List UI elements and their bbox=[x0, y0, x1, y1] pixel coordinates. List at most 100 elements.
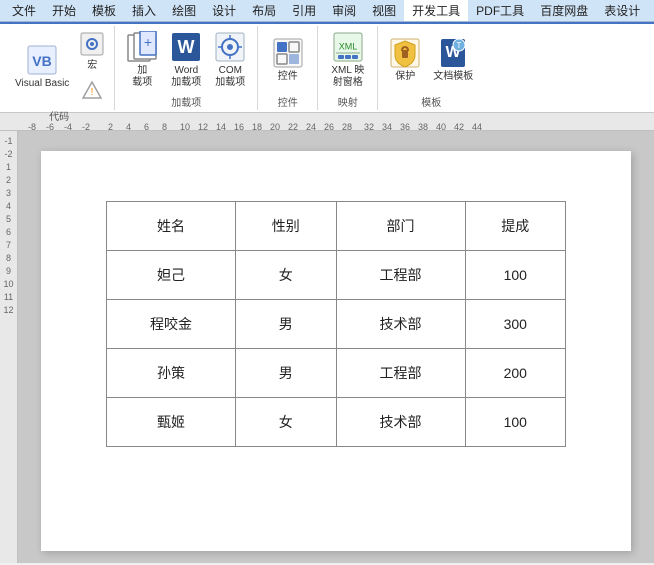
visual-basic-button[interactable]: VB Visual Basic bbox=[10, 37, 74, 97]
menu-view[interactable]: 视图 bbox=[364, 0, 404, 21]
col-header-gender: 性别 bbox=[236, 202, 336, 251]
ruler-v-num: 7 bbox=[6, 240, 11, 250]
col-header-dept: 部门 bbox=[336, 202, 465, 251]
word-addin-label: Word加载项 bbox=[171, 65, 201, 89]
control-icon bbox=[272, 37, 304, 69]
com-addin-button[interactable]: COM加载项 bbox=[209, 30, 251, 90]
ruler-v-num: 2 bbox=[6, 175, 11, 185]
ruler-num: 16 bbox=[234, 122, 244, 132]
ruler-v-num: 1 bbox=[6, 162, 11, 172]
main-area: -1 -2 1 2 3 4 5 6 7 8 9 10 11 12 姓名 性别 部… bbox=[0, 131, 654, 563]
document-page: 姓名 性别 部门 提成 妲己女工程部100程咬金男技术部300孙策男工程部200… bbox=[41, 151, 631, 551]
ruler-num: -8 bbox=[28, 122, 36, 132]
ruler-num: -2 bbox=[82, 122, 90, 132]
data-table: 姓名 性别 部门 提成 妲己女工程部100程咬金男技术部300孙策男工程部200… bbox=[106, 201, 566, 447]
word-addin-button[interactable]: W Word加载项 bbox=[165, 30, 207, 90]
xml-map-icon: XML bbox=[332, 31, 364, 63]
menu-review[interactable]: 审阅 bbox=[324, 0, 364, 21]
menu-template[interactable]: 模板 bbox=[84, 0, 124, 21]
ruler-v-num: 8 bbox=[6, 253, 11, 263]
macro-icon bbox=[80, 32, 104, 56]
mapping-group-label: 映射 bbox=[338, 90, 358, 109]
menu-developer[interactable]: 开发工具 bbox=[404, 0, 468, 21]
ruler-num: 34 bbox=[382, 122, 392, 132]
ruler-num: 22 bbox=[288, 122, 298, 132]
doc-template-label: 文档模板 bbox=[433, 71, 473, 83]
ruler-num: 10 bbox=[180, 122, 190, 132]
table-row: 妲己女工程部100 bbox=[107, 251, 566, 300]
table-cell: 妲己 bbox=[107, 251, 236, 300]
control-label: 控件 bbox=[278, 71, 298, 83]
ruler-num: -6 bbox=[46, 122, 54, 132]
ruler-num: 40 bbox=[436, 122, 446, 132]
ruler-v-num: 12 bbox=[3, 305, 13, 315]
macro-button[interactable]: 宏 bbox=[76, 30, 108, 73]
ribbon-group-template: 保护 W T 文档模板 模板 bbox=[378, 26, 484, 110]
menu-insert[interactable]: 插入 bbox=[124, 0, 164, 21]
add-load-icon: + bbox=[126, 31, 158, 63]
ruler-v-num: 3 bbox=[6, 188, 11, 198]
ruler-num: 26 bbox=[324, 122, 334, 132]
menu-pdf[interactable]: PDF工具 bbox=[468, 0, 532, 21]
table-cell: 工程部 bbox=[336, 349, 465, 398]
code-group-label: 代码 bbox=[49, 104, 69, 123]
ribbon-group-mapping: XML XML 映射窗格 映射 bbox=[318, 26, 378, 110]
svg-text:T: T bbox=[457, 41, 462, 50]
svg-text:+: + bbox=[144, 34, 152, 50]
svg-text:VB: VB bbox=[32, 53, 51, 69]
table-cell: 300 bbox=[465, 300, 565, 349]
protect-label: 保护 bbox=[395, 71, 415, 83]
macro-warning-button[interactable]: ! bbox=[76, 76, 108, 104]
table-cell: 女 bbox=[236, 398, 336, 447]
document-area[interactable]: 姓名 性别 部门 提成 妲己女工程部100程咬金男技术部300孙策男工程部200… bbox=[18, 131, 654, 563]
menu-layout[interactable]: 布局 bbox=[244, 0, 284, 21]
doc-template-button[interactable]: W T 文档模板 bbox=[428, 30, 478, 90]
addins-group-label: 加载项 bbox=[171, 90, 201, 109]
protect-button[interactable]: 保护 bbox=[384, 30, 426, 90]
ruler-num: 28 bbox=[342, 122, 352, 132]
menu-reference[interactable]: 引用 bbox=[284, 0, 324, 21]
table-cell: 100 bbox=[465, 398, 565, 447]
template-buttons: 保护 W T 文档模板 bbox=[384, 30, 478, 90]
table-cell: 工程部 bbox=[336, 251, 465, 300]
col-header-name: 姓名 bbox=[107, 202, 236, 251]
menu-start[interactable]: 开始 bbox=[44, 0, 84, 21]
ribbon-group-controls: 控件 控件 bbox=[258, 26, 318, 110]
ruler-num: 36 bbox=[400, 122, 410, 132]
table-cell: 100 bbox=[465, 251, 565, 300]
ribbon: VB Visual Basic bbox=[0, 22, 654, 113]
ruler-v-num: 6 bbox=[6, 227, 11, 237]
ruler-num: 6 bbox=[144, 122, 149, 132]
protect-icon bbox=[389, 37, 421, 69]
table-row: 孙策男工程部200 bbox=[107, 349, 566, 398]
svg-text:W: W bbox=[178, 37, 195, 57]
menu-table-design[interactable]: 表设计 bbox=[596, 0, 648, 21]
vertical-ruler: -1 -2 1 2 3 4 5 6 7 8 9 10 11 12 bbox=[0, 131, 18, 563]
control-button[interactable]: 控件 bbox=[267, 30, 309, 90]
svg-text:!: ! bbox=[91, 87, 94, 98]
svg-text:XML: XML bbox=[339, 41, 358, 51]
menu-file[interactable]: 文件 bbox=[4, 0, 44, 21]
table-header-row: 姓名 性别 部门 提成 bbox=[107, 202, 566, 251]
ruler-num: 18 bbox=[252, 122, 262, 132]
macro-label: 宏 bbox=[87, 56, 97, 71]
col-header-bonus: 提成 bbox=[465, 202, 565, 251]
horizontal-ruler: -8 -6 -4 -2 2 4 6 8 10 12 14 16 18 20 22… bbox=[0, 113, 654, 131]
add-load-button[interactable]: + 加载项 bbox=[121, 30, 163, 90]
table-cell: 女 bbox=[236, 251, 336, 300]
ruler-v-num: 11 bbox=[4, 292, 13, 302]
xml-map-button[interactable]: XML XML 映射窗格 bbox=[326, 30, 369, 90]
menu-baidu[interactable]: 百度网盘 bbox=[532, 0, 596, 21]
ruler-v-num: 5 bbox=[6, 214, 11, 224]
ruler-num: 4 bbox=[126, 122, 131, 132]
table-cell: 男 bbox=[236, 349, 336, 398]
com-addin-label: COM加载项 bbox=[215, 65, 245, 89]
ruler-num: 8 bbox=[162, 122, 167, 132]
ruler-v-num: -2 bbox=[4, 149, 12, 159]
menu-design[interactable]: 设计 bbox=[204, 0, 244, 21]
template-group-label: 模板 bbox=[421, 90, 441, 109]
table-cell: 技术部 bbox=[336, 398, 465, 447]
xml-map-label: XML 映射窗格 bbox=[331, 65, 364, 89]
menu-draw[interactable]: 绘图 bbox=[164, 0, 204, 21]
mapping-buttons: XML XML 映射窗格 bbox=[326, 30, 369, 90]
